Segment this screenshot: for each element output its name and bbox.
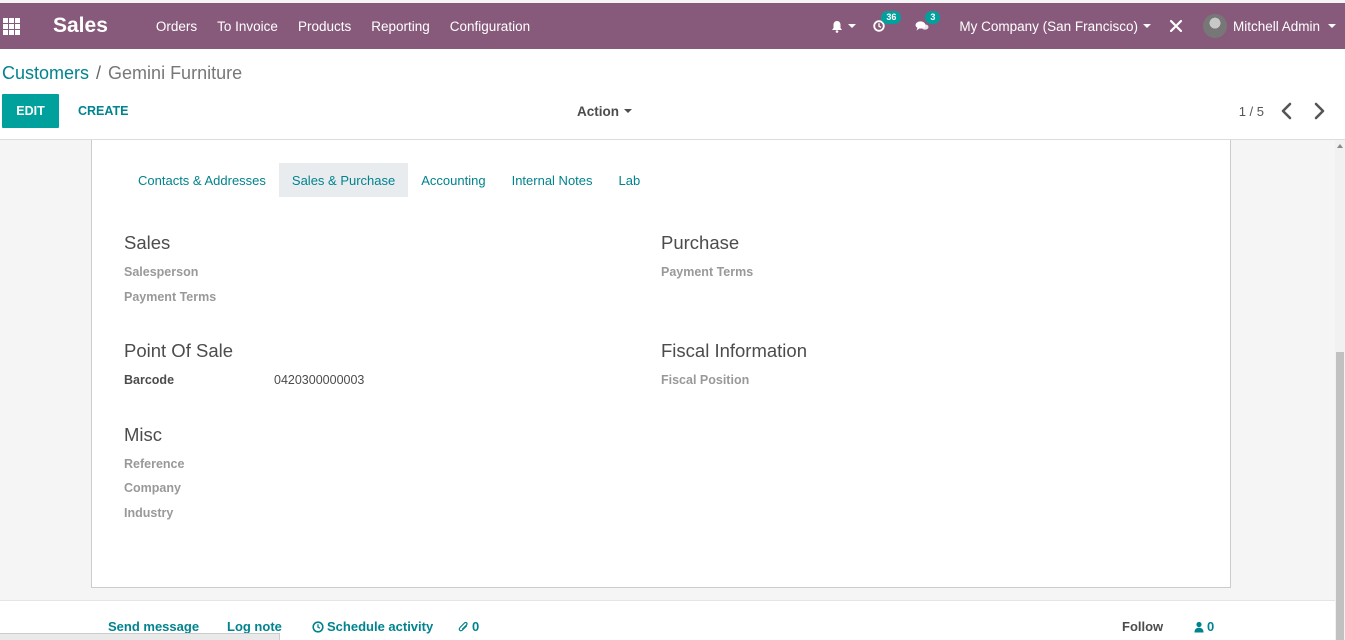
section-title-purchase: Purchase xyxy=(661,232,740,253)
menu-item-to-invoice[interactable]: To Invoice xyxy=(207,19,288,34)
field-label-purchase-payment-terms: Payment Terms xyxy=(661,265,754,279)
status-url-bar xyxy=(0,633,280,640)
section-title-fiscal-information: Fiscal Information xyxy=(661,340,807,361)
debug-tools-button[interactable] xyxy=(1169,19,1183,33)
notifications-button[interactable] xyxy=(831,20,857,33)
tab-sales-purchase[interactable]: Sales & Purchase xyxy=(278,163,409,197)
bell-icon xyxy=(832,20,843,33)
paperclip-icon xyxy=(458,621,468,631)
user-name: Mitchell Admin xyxy=(1232,18,1320,34)
field-value-barcode: 0420300000003 xyxy=(274,373,365,387)
activity-count-badge: 36 xyxy=(881,11,902,24)
company-switcher[interactable]: My Company (San Francisco) xyxy=(959,19,1151,34)
clock-icon xyxy=(312,620,324,633)
breadcrumb-separator: / xyxy=(96,63,102,83)
avatar xyxy=(1202,14,1227,38)
field-label-barcode: Barcode xyxy=(124,373,175,387)
tab-internal-notes[interactable]: Internal Notes xyxy=(499,163,606,197)
menu-item-orders[interactable]: Orders xyxy=(146,19,207,34)
followers-button[interactable]: 0 xyxy=(1194,619,1214,634)
control-panel: Customers / Gemini Furniture EDIT CREATE… xyxy=(0,49,1345,140)
tab-contacts-addresses[interactable]: Contacts & Addresses xyxy=(125,163,279,197)
form-sheet: Contacts & Addresses Sales & Purchase Ac… xyxy=(91,140,1231,588)
chevron-down-icon xyxy=(1328,24,1336,28)
tools-icon xyxy=(1169,19,1183,33)
pager-value[interactable]: 1 / 5 xyxy=(1239,94,1264,128)
menu-item-products[interactable]: Products xyxy=(288,19,361,34)
systray: 36 3 My Company (San Francisco) Mitchell… xyxy=(831,3,1345,49)
message-count-badge: 3 xyxy=(925,11,941,24)
user-menu[interactable]: Mitchell Admin xyxy=(1202,14,1336,38)
main-menu: Orders To Invoice Products Reporting Con… xyxy=(146,19,540,34)
followers-count: 0 xyxy=(1207,619,1215,634)
menu-item-configuration[interactable]: Configuration xyxy=(440,19,540,34)
chevron-down-icon xyxy=(1142,24,1151,28)
messages-button[interactable]: 3 xyxy=(915,11,941,32)
company-name: My Company (San Francisco) xyxy=(959,18,1138,34)
section-title-sales: Sales xyxy=(124,232,171,253)
attachments-count: 0 xyxy=(472,619,480,634)
attachments-button[interactable]: 0 xyxy=(458,619,479,634)
apps-menu-icon[interactable] xyxy=(3,17,25,35)
activities-button[interactable]: 36 xyxy=(873,11,902,32)
field-label-fiscal-position: Fiscal Position xyxy=(661,373,750,387)
action-dropdown[interactable]: Action xyxy=(577,94,632,128)
breadcrumb-customers[interactable]: Customers xyxy=(2,63,89,84)
chevron-down-icon xyxy=(848,24,857,28)
send-message-button[interactable]: Send message xyxy=(108,619,199,634)
scrollbar-thumb[interactable] xyxy=(1336,352,1344,640)
tab-accounting[interactable]: Accounting xyxy=(408,163,498,197)
menu-item-reporting[interactable]: Reporting xyxy=(361,19,440,34)
user-icon xyxy=(1194,621,1204,632)
field-label-company: Company xyxy=(124,481,181,495)
scrollbar[interactable] xyxy=(1335,140,1345,640)
field-label-reference: Reference xyxy=(124,457,185,471)
field-label-salesperson: Salesperson xyxy=(124,265,199,279)
notebook-tabs: Contacts & Addresses Sales & Purchase Ac… xyxy=(125,163,653,197)
section-title-point-of-sale: Point Of Sale xyxy=(124,340,234,361)
field-label-payment-terms: Payment Terms xyxy=(124,290,217,304)
pager-next-icon[interactable] xyxy=(1312,102,1326,120)
schedule-activity-label: Schedule activity xyxy=(327,619,434,634)
scroll-up-arrow-icon[interactable] xyxy=(1337,144,1343,148)
follow-button[interactable]: Follow xyxy=(1122,619,1163,634)
log-note-button[interactable]: Log note xyxy=(227,619,282,634)
field-label-industry: Industry xyxy=(124,506,174,520)
edit-button[interactable]: EDIT xyxy=(2,94,59,128)
app-name[interactable]: Sales xyxy=(53,14,108,38)
breadcrumb-current: Gemini Furniture xyxy=(108,63,243,83)
pager-previous-icon[interactable] xyxy=(1280,102,1294,120)
chevron-down-icon xyxy=(624,109,632,113)
top-navbar: Sales Orders To Invoice Products Reporti… xyxy=(0,3,1345,49)
tab-lab[interactable]: Lab xyxy=(606,163,654,197)
section-title-misc: Misc xyxy=(124,424,163,445)
action-label: Action xyxy=(577,103,619,119)
schedule-activity-button[interactable]: Schedule activity xyxy=(312,619,433,634)
breadcrumb: Customers / Gemini Furniture xyxy=(2,63,242,84)
create-button[interactable]: CREATE xyxy=(78,94,128,128)
